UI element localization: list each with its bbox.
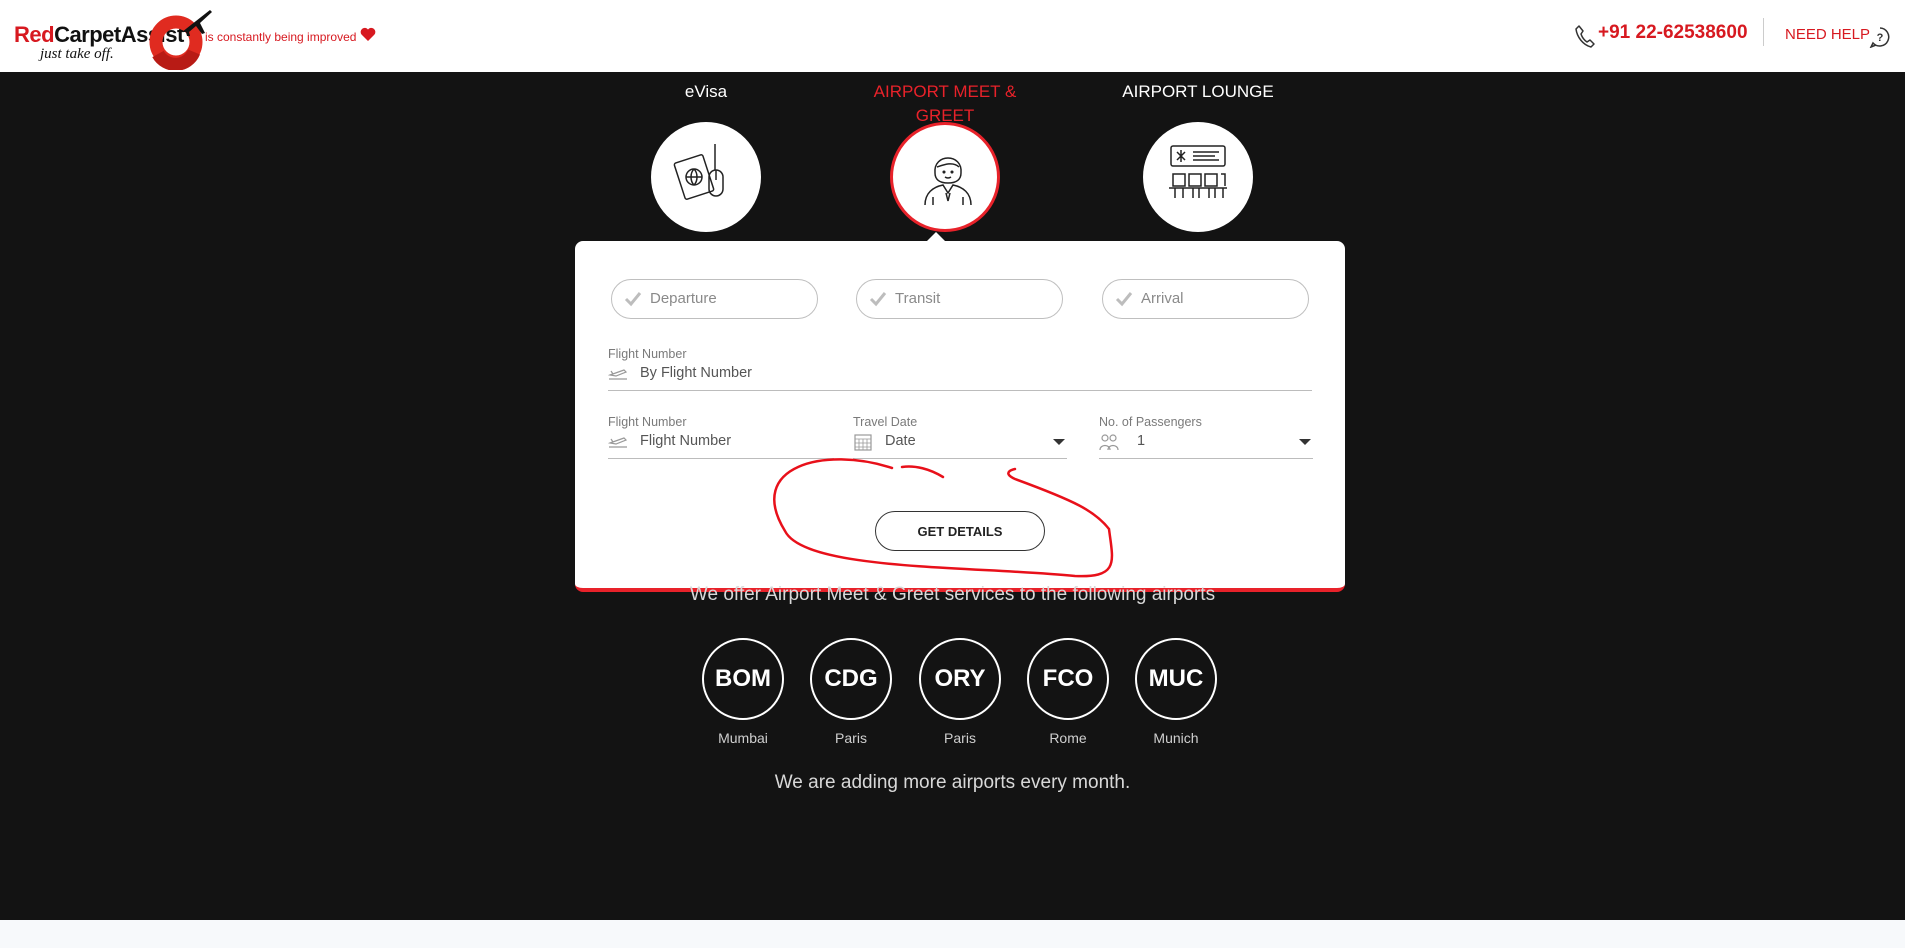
- greeter-person-icon: [924, 157, 972, 206]
- travel-date-placeholder: Date: [885, 433, 916, 449]
- airport-city: Munich: [1153, 730, 1199, 746]
- transit-label: Transit: [895, 290, 941, 307]
- phone-number-link[interactable]: +91 22-62538600: [1598, 22, 1748, 44]
- flight-number-input[interactable]: Flight Number: [608, 429, 834, 459]
- site-header: RedCarpetAssist just take off. is consta…: [0, 0, 1905, 72]
- service-meet-greet[interactable]: AIRPORT MEET & GREET: [855, 80, 1035, 232]
- service-circle: [1143, 122, 1253, 232]
- service-circle: [651, 122, 761, 232]
- airport-city: Paris: [835, 730, 867, 746]
- airport-code-badge: BOM: [702, 638, 784, 720]
- chevron-down-icon: [1299, 439, 1311, 445]
- passengers-icon: [1099, 434, 1119, 451]
- service-circle: [890, 122, 1000, 232]
- airport-muc[interactable]: MUC Munich: [1121, 638, 1231, 746]
- service-evisa[interactable]: eVisa: [616, 80, 796, 232]
- travel-date-select[interactable]: Date: [853, 429, 1067, 459]
- search-flight-placeholder: By Flight Number: [640, 365, 753, 381]
- airport-code-badge: FCO: [1027, 638, 1109, 720]
- service-airport-lounge[interactable]: AIRPORT LOUNGE: [1108, 80, 1288, 232]
- svg-text:?: ?: [1877, 32, 1884, 44]
- need-help-link[interactable]: NEED HELP: [1785, 26, 1870, 43]
- departure-option[interactable]: Departure: [611, 279, 818, 319]
- flight-number-placeholder: Flight Number: [640, 433, 732, 449]
- improved-message: is constantly being improved: [205, 30, 357, 44]
- flight-search-card: Departure Transit Arrival Flight Number …: [575, 241, 1345, 592]
- airport-ory[interactable]: ORY Paris: [905, 638, 1015, 746]
- help-chat-icon[interactable]: ?: [1869, 26, 1891, 48]
- airport-city: Paris: [944, 730, 976, 746]
- airport-cdg[interactable]: CDG Paris: [796, 638, 906, 746]
- check-icon: [624, 292, 642, 307]
- passengers-label: No. of Passengers: [1099, 415, 1202, 429]
- airport-code-badge: MUC: [1135, 638, 1217, 720]
- phone-icon: [1575, 25, 1595, 48]
- chevron-down-icon: [1053, 439, 1065, 445]
- check-icon: [1115, 292, 1133, 307]
- get-details-button[interactable]: GET DETAILS: [875, 511, 1045, 551]
- passengers-value: 1: [1137, 433, 1146, 449]
- airport-code-badge: ORY: [919, 638, 1001, 720]
- arrival-label: Arrival: [1141, 290, 1184, 307]
- plane-takeoff-icon: [608, 437, 628, 448]
- check-icon: [869, 292, 887, 307]
- plane-takeoff-icon: [608, 369, 628, 380]
- travel-date-label: Travel Date: [853, 415, 918, 429]
- lounge-seats-icon: [1169, 145, 1227, 198]
- service-label: eVisa: [684, 82, 728, 101]
- service-label: AIRPORT MEET & GREET: [873, 82, 1017, 125]
- airport-city: Rome: [1049, 730, 1087, 746]
- more-airports-note: We are adding more airports every month.: [774, 772, 1131, 793]
- arrival-option[interactable]: Arrival: [1102, 279, 1309, 319]
- service-label: AIRPORT LOUNGE: [1122, 82, 1274, 101]
- airport-bom[interactable]: BOM Mumbai: [688, 638, 798, 746]
- search-flight-input[interactable]: By Flight Number: [608, 361, 1312, 391]
- airport-fco[interactable]: FCO Rome: [1013, 638, 1123, 746]
- heart-icon: [360, 27, 376, 41]
- airport-city: Mumbai: [718, 730, 768, 746]
- passport-mouse-icon: [673, 144, 724, 200]
- search-flight-label: Flight Number: [608, 347, 687, 361]
- airports-intro: We offer Airport Meet & Greet services t…: [689, 584, 1216, 605]
- airport-code-badge: CDG: [810, 638, 892, 720]
- passengers-select[interactable]: 1: [1099, 429, 1313, 459]
- flight-number-label: Flight Number: [608, 415, 687, 429]
- logo-tagline: just take off.: [40, 46, 114, 62]
- departure-label: Departure: [650, 290, 717, 307]
- transit-option[interactable]: Transit: [856, 279, 1063, 319]
- header-divider: [1763, 18, 1764, 46]
- calendar-icon: [854, 434, 872, 451]
